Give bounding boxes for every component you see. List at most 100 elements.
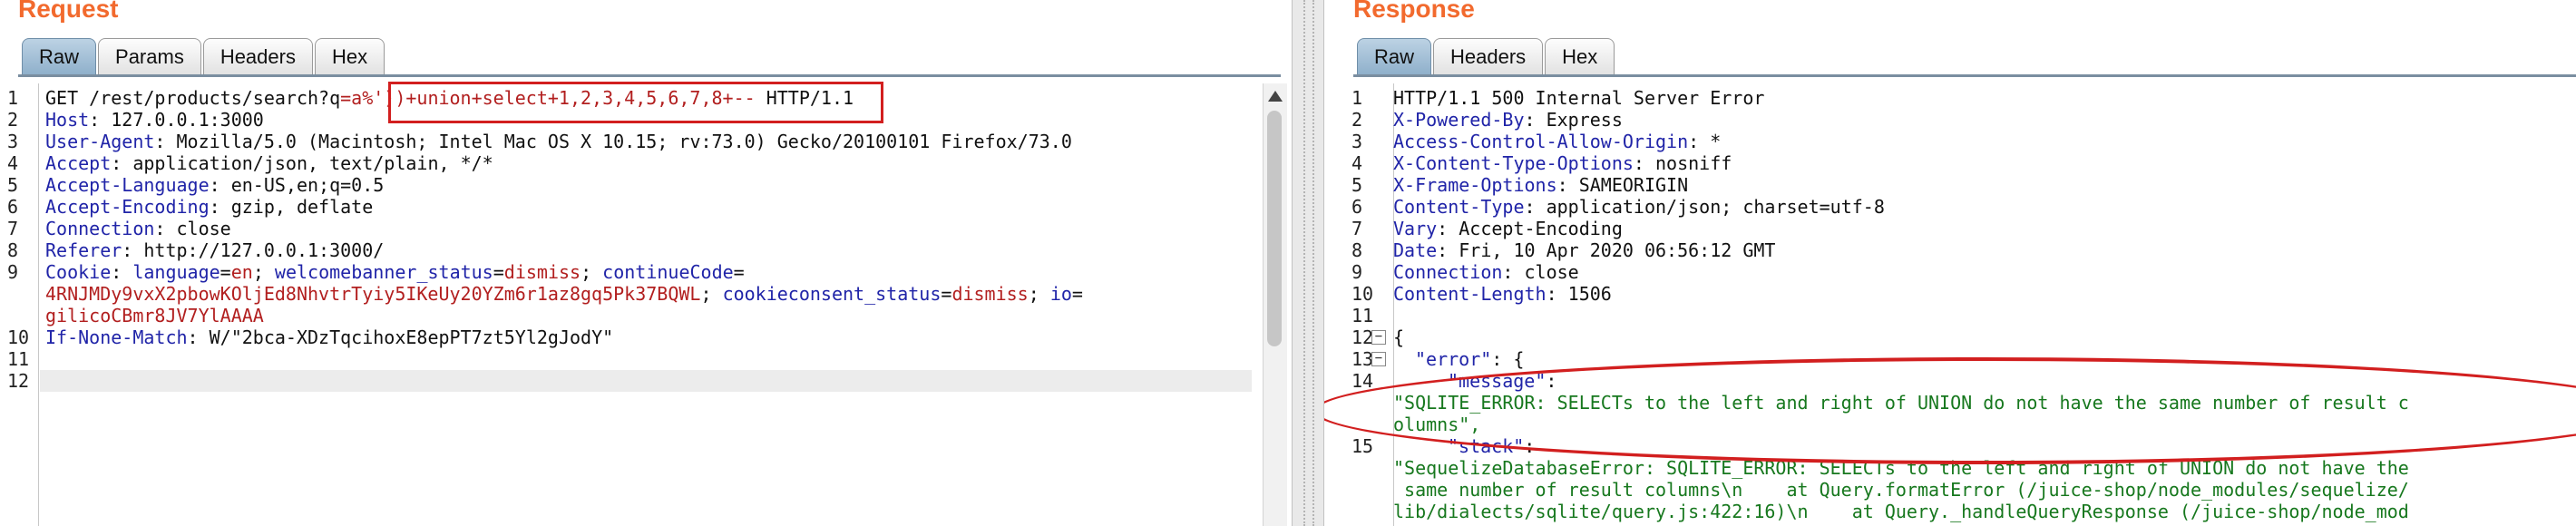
json-key: "stack" (1448, 435, 1525, 457)
request-scrollbar[interactable] (1263, 83, 1287, 526)
json-message-value-continued: olumns", (1393, 414, 1481, 435)
header-name: Referer (45, 239, 122, 261)
response-tab-bar: Raw Headers Hex (1357, 36, 1616, 74)
request-line-number: 7 (7, 218, 19, 239)
request-line-number: 9 (7, 261, 19, 283)
header-name: Content-Type (1393, 196, 1525, 218)
header-value: W/"2bca-XDzTqcihoxE8epPT7zt5Yl2gJodY" (198, 326, 614, 348)
request-editor[interactable]: 1 2 3 4 5 6 7 8 9 10 11 12 GET /rest/pro… (0, 82, 1292, 526)
request-line-number: 4 (7, 152, 19, 174)
header-referer: Referer: http://127.0.0.1:3000/ (45, 239, 385, 261)
request-line-number: 8 (7, 239, 19, 261)
request-tab-hex[interactable]: Hex (314, 38, 385, 74)
header-name: Vary (1393, 218, 1438, 239)
header-name: Accept-Encoding (45, 196, 210, 218)
json-stack-value-continued: lib/dialects/sqlite/query.js:422:16)\n a… (1393, 501, 2409, 522)
response-tab-raw[interactable]: Raw (1357, 38, 1432, 74)
fold-collapse-icon[interactable]: − (1371, 352, 1386, 366)
header-value: nosniff (1644, 152, 1732, 174)
response-line-number: 13 (1351, 348, 1374, 370)
header-name: X-Frame-Options (1393, 174, 1557, 196)
request-tab-raw[interactable]: Raw (22, 38, 97, 74)
response-line-number: 6 (1351, 196, 1363, 218)
header-value: Accept-Encoding (1448, 218, 1623, 239)
response-line-number: 15 (1351, 435, 1374, 457)
header-value: close (1513, 261, 1579, 283)
json-stack-value-continued: same number of result columns\n at Query… (1393, 479, 2409, 501)
request-line-number: 1 (7, 87, 19, 109)
request-line: GET /rest/products/search?q=a%'))+union+… (45, 87, 854, 109)
header-value: Express (1535, 109, 1623, 131)
header-value: application/json, text/plain, */* (122, 152, 493, 174)
json-colon: : (1546, 370, 1557, 392)
json-error-key-line: "error": { (1415, 348, 1524, 370)
split-pane-divider[interactable] (1292, 0, 1324, 526)
request-line-number: 10 (7, 326, 30, 348)
sqli-payload: =a%'))+union+select+1,2,3,4,5,6,7,8+-- (340, 87, 756, 109)
header-host: Host: 127.0.0.1:3000 (45, 109, 264, 131)
request-panel: Request Raw Params Headers Hex 1 2 3 4 5… (0, 0, 1292, 526)
header-name: If-None-Match (45, 326, 188, 348)
json-stack-value: "SequelizeDatabaseError: SQLITE_ERROR: S… (1393, 457, 2409, 479)
response-line-number: 3 (1351, 131, 1363, 152)
cookie-value: dismiss (503, 261, 581, 283)
header-value: http://127.0.0.1:3000/ (132, 239, 385, 261)
header-cookie-continued: 4RNJMDy9vxX2pbowKOljEd8NhvtrTyiy5IKeUy20… (45, 283, 1083, 305)
cookie-key: io (1049, 283, 1072, 305)
response-line-number: 7 (1351, 218, 1363, 239)
response-line-number: 1 (1351, 87, 1363, 109)
request-title: Request (18, 0, 119, 23)
json-message-key-line: "message": (1448, 370, 1556, 392)
cookie-key: cookieconsent_status (722, 283, 942, 305)
header-user-agent: User-Agent: Mozilla/5.0 (Macintosh; Inte… (45, 131, 1072, 152)
header-name: User-Agent (45, 131, 155, 152)
response-editor[interactable]: 1 2 3 4 5 6 7 8 9 10 11 12 13 14 15 − − … (1324, 83, 2576, 526)
request-line-number: 6 (7, 196, 19, 218)
header-name: Accept (45, 152, 112, 174)
divider-grip-icon[interactable] (1303, 0, 1314, 526)
header-value: 1506 (1556, 283, 1612, 305)
json-message-value: "SQLITE_ERROR: SELECTs to the left and r… (1393, 392, 2409, 414)
response-line-number: 14 (1351, 370, 1374, 392)
response-header-content-type: Content-Type: application/json; charset=… (1393, 196, 1885, 218)
request-tab-params[interactable]: Params (98, 38, 201, 74)
response-header-x-content-type-options: X-Content-Type-Options: nosniff (1393, 152, 1732, 174)
request-tab-headers[interactable]: Headers (202, 38, 313, 74)
json-key: "message" (1448, 370, 1547, 392)
request-http-version: HTTP/1.1 (755, 87, 854, 109)
header-name: Connection (1393, 261, 1503, 283)
response-header-acao: Access-Control-Allow-Origin: * (1393, 131, 1722, 152)
cookie-key: continueCode (602, 261, 734, 283)
request-current-line (40, 370, 1252, 392)
response-line-number: 4 (1351, 152, 1363, 174)
response-tab-headers[interactable]: Headers (1433, 38, 1544, 74)
header-name: Content-Length (1393, 283, 1547, 305)
response-tab-hex[interactable]: Hex (1545, 38, 1615, 74)
header-name: Connection (45, 218, 155, 239)
request-line-gutter (0, 83, 39, 526)
json-key: "error" (1415, 348, 1492, 370)
request-scrollbar-thumb[interactable] (1267, 111, 1282, 346)
request-method-path: GET /rest/products/search?q (45, 87, 341, 109)
header-name: Date (1393, 239, 1438, 261)
header-name: X-Content-Type-Options (1393, 152, 1634, 174)
header-name: Host (45, 109, 90, 131)
response-line-number: 2 (1351, 109, 1363, 131)
response-title: Response (1353, 0, 1475, 23)
json-open-brace: { (1393, 326, 1405, 348)
scroll-up-arrow-icon[interactable] (1268, 91, 1283, 102)
response-panel: Response Raw Headers Hex 1 2 3 4 5 6 7 8… (1324, 0, 2576, 526)
header-name: Access-Control-Allow-Origin (1393, 131, 1689, 152)
response-header-content-length: Content-Length: 1506 (1393, 283, 1612, 305)
header-value: en-US,en;q=0.5 (220, 174, 385, 196)
cookie-value: dismiss (951, 283, 1029, 305)
response-tab-rule (1353, 74, 2576, 77)
header-value: Fri, 10 Apr 2020 06:56:12 GMT (1448, 239, 1776, 261)
cookie-value: en (230, 261, 253, 283)
header-value: * (1699, 131, 1722, 152)
fold-collapse-icon[interactable]: − (1371, 330, 1386, 345)
header-accept-language: Accept-Language: en-US,en;q=0.5 (45, 174, 385, 196)
json-stack-key-line: "stack": (1448, 435, 1535, 457)
response-line-number: 11 (1351, 305, 1374, 326)
header-value: Mozilla/5.0 (Macintosh; Intel Mac OS X 1… (165, 131, 1072, 152)
